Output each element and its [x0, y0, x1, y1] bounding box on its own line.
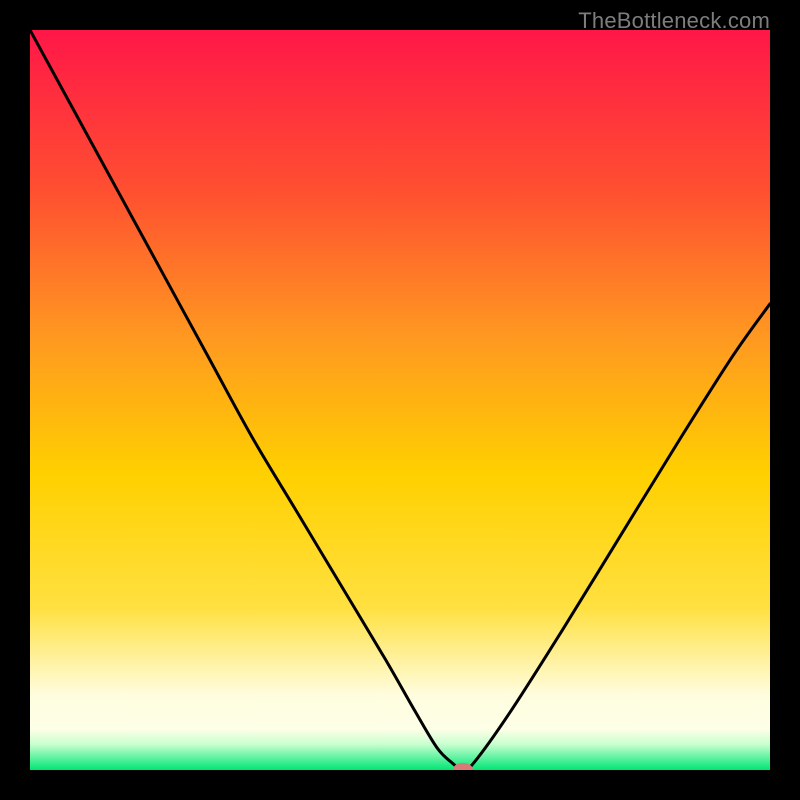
- watermark-text: TheBottleneck.com: [578, 8, 770, 34]
- bottleneck-chart: [30, 30, 770, 770]
- chart-frame: TheBottleneck.com: [0, 0, 800, 800]
- plot-area: [30, 30, 770, 770]
- gradient-fill: [30, 30, 770, 770]
